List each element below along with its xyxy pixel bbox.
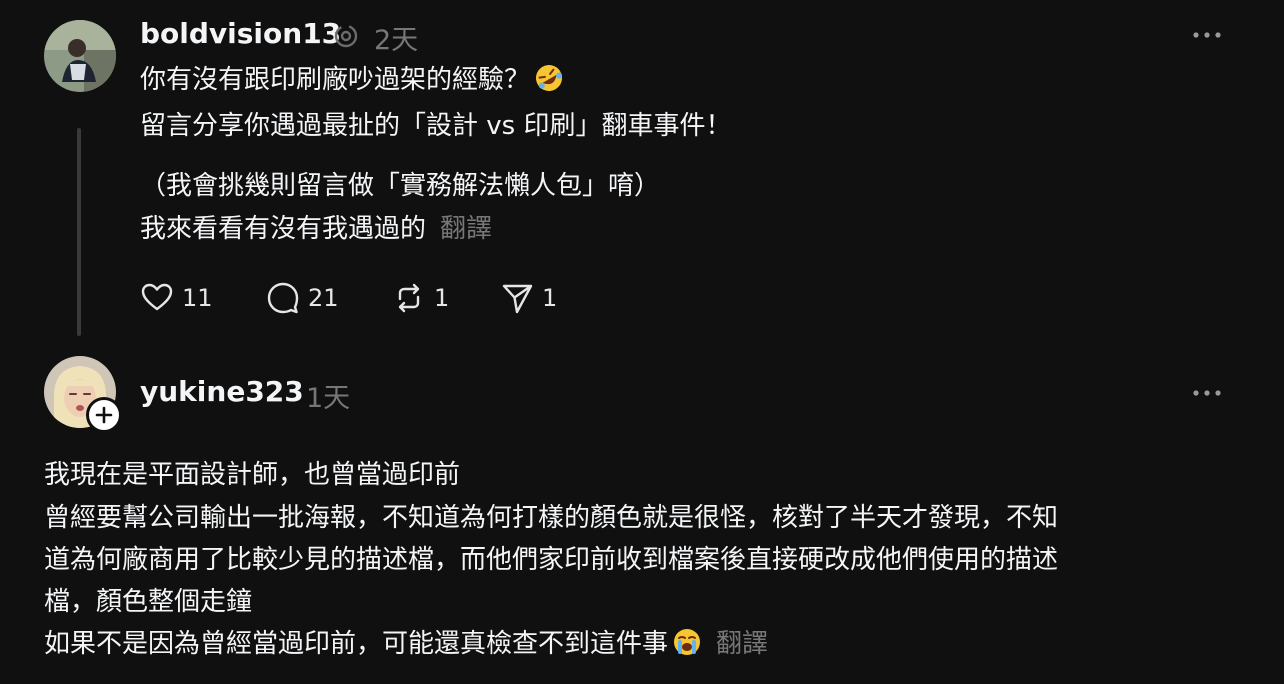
follow-button[interactable] xyxy=(86,397,122,433)
like-count: 11 xyxy=(182,284,213,312)
reply-text-line-2: 曾經要幫公司輸出一批海報，不知道為何打樣的顏色就是很怪，核對了半天才發現，不知 xyxy=(44,503,1059,533)
reply-text-line-4: 檔，顏色整個走鐘 xyxy=(44,587,253,617)
repost-icon xyxy=(398,283,420,313)
reply-text: 如果不是因為曾經當過印前，可能還真檢查不到這件事 xyxy=(44,629,669,659)
heart-icon xyxy=(141,283,173,311)
reply-button[interactable]: 21 xyxy=(266,280,339,316)
like-button[interactable]: 11 xyxy=(140,280,213,316)
more-horizontal-icon[interactable] xyxy=(1192,386,1222,400)
post-text-line-2: 留言分享你遇過最扯的「設計 vs 印刷」翻車事件！ xyxy=(140,111,732,141)
comment-icon xyxy=(267,282,299,314)
more-horizontal-icon[interactable] xyxy=(1192,28,1222,42)
loudly-crying-face-emoji xyxy=(674,629,701,655)
avatar-image xyxy=(44,20,116,92)
translate-link[interactable]: 翻譯 xyxy=(716,629,768,659)
thread-connector-line xyxy=(77,128,81,336)
plus-icon xyxy=(95,406,113,424)
post-username[interactable]: boldvision13 xyxy=(140,17,341,50)
post-text-line-1: 你有沒有跟印刷廠吵過架的經驗？ xyxy=(140,62,564,98)
translate-link[interactable]: 翻譯 xyxy=(440,214,492,244)
post-text: 我來看看有沒有我遇過的 xyxy=(140,214,427,244)
post-text: 你有沒有跟印刷廠吵過架的經驗？ xyxy=(140,65,531,95)
reply-text-line-5: 如果不是因為曾經當過印前，可能還真檢查不到這件事 翻譯 xyxy=(44,626,768,662)
reply-text-line-3: 道為何廠商用了比較少見的描述檔，而他們家印前收到檔案後直接硬改成他們使用的描述 xyxy=(44,545,1059,575)
post-text-line-4: 我來看看有沒有我遇過的 翻譯 xyxy=(140,211,492,247)
threads-sync-icon xyxy=(334,24,358,48)
reply-text-line-1: 我現在是平面設計師，也曾當過印前 xyxy=(44,460,461,490)
rolling-on-floor-laughing-emoji xyxy=(536,65,563,91)
post-timestamp[interactable]: 2天 xyxy=(374,18,418,57)
reply-count: 21 xyxy=(308,284,339,312)
repost-button[interactable]: 1 xyxy=(392,280,449,316)
post-text-line-3: （我會挑幾則留言做「實務解法懶人包」唷） xyxy=(140,171,661,201)
send-icon xyxy=(502,284,533,314)
avatar-boldvision13[interactable] xyxy=(44,20,116,92)
repost-count: 1 xyxy=(434,284,450,312)
reply-timestamp[interactable]: 1天 xyxy=(306,376,350,415)
share-count: 1 xyxy=(542,284,558,312)
share-button[interactable]: 1 xyxy=(500,280,557,316)
reply-username[interactable]: yukine323 xyxy=(140,375,304,408)
